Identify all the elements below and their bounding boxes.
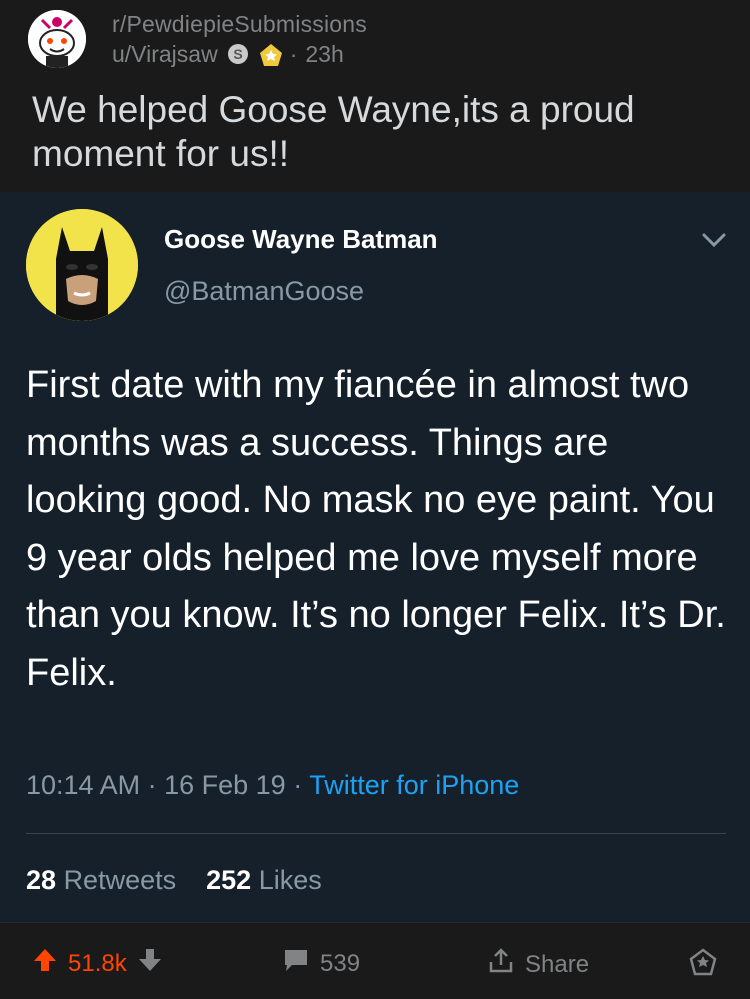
downvote-icon[interactable] bbox=[137, 947, 163, 980]
retweets-label: Retweets bbox=[63, 865, 177, 895]
post-header: r/PewdiepieSubmissions u/Virajsaw S · 23… bbox=[0, 0, 750, 192]
silver-award-icon: S bbox=[226, 42, 250, 66]
vote-count: 51.8k bbox=[68, 949, 127, 977]
tweet-meta: 10:14 AM · 16 Feb 19 · Twitter for iPhon… bbox=[26, 770, 520, 800]
subreddit-link[interactable]: r/PewdiepieSubmissions bbox=[112, 10, 367, 38]
comment-icon bbox=[282, 947, 310, 980]
post-age: 23h bbox=[305, 41, 344, 67]
author-link[interactable]: u/Virajsaw bbox=[112, 40, 218, 68]
share-button[interactable]: Share bbox=[487, 947, 589, 982]
tweet-time: 10:14 AM bbox=[26, 770, 141, 800]
meta-separator: · bbox=[289, 41, 298, 67]
tweet-display-name[interactable]: Goose Wayne Batman bbox=[164, 224, 438, 255]
share-label: Share bbox=[525, 950, 590, 978]
likes-count: 252 bbox=[206, 865, 252, 895]
svg-text:S: S bbox=[233, 46, 242, 62]
comments-button[interactable]: 539 bbox=[282, 947, 360, 980]
likes-label: Likes bbox=[258, 865, 322, 895]
tweet-source[interactable]: Twitter for iPhone bbox=[309, 770, 519, 800]
vote-group: 51.8k bbox=[32, 947, 163, 980]
post-meta: r/PewdiepieSubmissions u/Virajsaw S · 23… bbox=[112, 10, 367, 68]
post-title[interactable]: We helped Goose Wayne,its a proud moment… bbox=[32, 88, 722, 176]
tweet-date: 16 Feb 19 bbox=[164, 770, 286, 800]
retweets-count: 28 bbox=[26, 865, 57, 895]
tweet-handle[interactable]: @BatmanGoose bbox=[164, 276, 364, 307]
profile-avatar bbox=[26, 209, 138, 321]
post-action-bar: 51.8k 539 Share bbox=[0, 922, 750, 999]
snoo-avatar-icon[interactable] bbox=[28, 10, 86, 68]
comment-count: 539 bbox=[320, 949, 361, 977]
tweet-card: Goose Wayne Batman @BatmanGoose First da… bbox=[0, 192, 750, 922]
tweet-stats: 28 Retweets 252 Likes bbox=[26, 865, 322, 896]
tweet-divider bbox=[26, 833, 726, 834]
award-button[interactable] bbox=[688, 947, 718, 984]
chevron-down-icon[interactable] bbox=[700, 230, 728, 250]
gold-award-icon bbox=[258, 42, 282, 66]
award-icon bbox=[688, 947, 718, 984]
tweet-text: First date with my fiancée in almost two… bbox=[26, 364, 726, 694]
share-icon bbox=[487, 947, 515, 982]
upvote-icon[interactable] bbox=[32, 947, 58, 980]
